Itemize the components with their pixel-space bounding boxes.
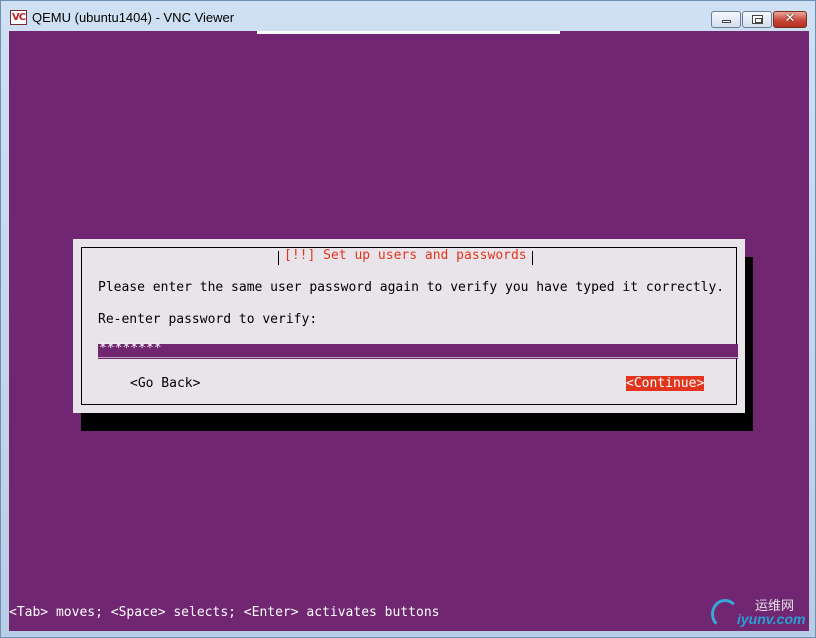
- title-bar[interactable]: VC QEMU (ubuntu1404) - VNC Viewer ✕: [1, 1, 816, 31]
- installer-dialog: [!!] Set up users and passwords Please e…: [73, 239, 745, 413]
- go-back-button[interactable]: <Go Back>: [130, 376, 200, 391]
- minimize-button[interactable]: [711, 11, 741, 28]
- watermark: 运维网 iyunv.com: [711, 593, 809, 631]
- window-title: QEMU (ubuntu1404) - VNC Viewer: [32, 10, 235, 25]
- field-underline: [98, 357, 738, 358]
- maximize-button[interactable]: [742, 11, 772, 28]
- reenter-password-label: Re-enter password to verify:: [98, 312, 318, 327]
- watermark-logo-icon: [711, 599, 739, 629]
- vnc-app-icon: VC: [10, 10, 27, 25]
- minimize-icon: [722, 20, 731, 23]
- password-field[interactable]: ********: [98, 341, 738, 359]
- close-button[interactable]: ✕: [773, 11, 807, 28]
- help-bar: <Tab> moves; <Space> selects; <Enter> ac…: [9, 605, 440, 620]
- continue-button[interactable]: <Continue>: [626, 376, 705, 391]
- vnc-viewer-window: VC QEMU (ubuntu1404) - VNC Viewer ✕ [!!]…: [0, 0, 816, 638]
- dialog-title: [!!] Set up users and passwords: [278, 248, 533, 265]
- password-value: ********: [99, 341, 162, 356]
- close-icon: ✕: [784, 11, 796, 26]
- verify-prompt: Please enter the same user password agai…: [98, 280, 725, 295]
- vnc-remote-screen[interactable]: [!!] Set up users and passwords Please e…: [9, 31, 809, 631]
- dialog-frame: [!!] Set up users and passwords Please e…: [81, 247, 738, 405]
- top-strip: [257, 31, 560, 34]
- watermark-url: iyunv.com: [737, 611, 806, 627]
- restore-icon: [752, 15, 763, 24]
